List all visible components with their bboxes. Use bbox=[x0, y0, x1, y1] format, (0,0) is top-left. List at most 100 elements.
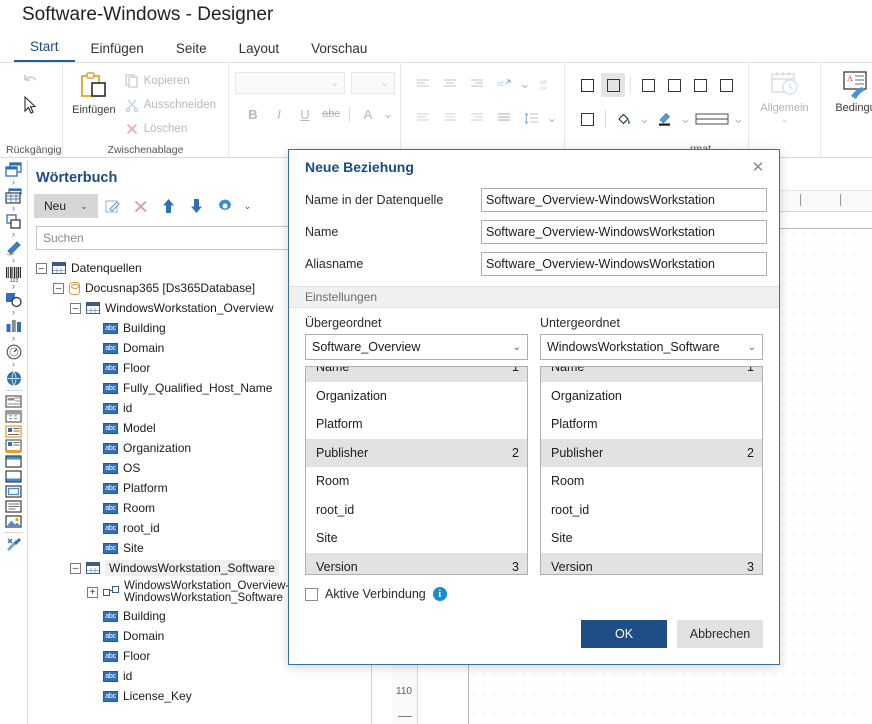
strip-item-data-table[interactable]: › bbox=[0, 188, 28, 214]
child-table-select[interactable]: WindowsWorkstation_Software ⌄ bbox=[540, 334, 763, 360]
strip-item-text-lines[interactable] bbox=[0, 499, 28, 514]
child-field-item[interactable]: Publisher2 bbox=[541, 439, 762, 468]
parent-field-item[interactable]: root_id bbox=[306, 496, 527, 525]
border-outline-button[interactable] bbox=[601, 73, 625, 97]
line-spacing-button[interactable] bbox=[519, 106, 543, 130]
active-connection-checkbox[interactable] bbox=[305, 588, 318, 601]
general-format-button[interactable]: Allgemein ⌄ bbox=[755, 66, 814, 123]
parent-field-item[interactable]: Organization bbox=[306, 382, 527, 411]
parent-field-item[interactable]: Version3 bbox=[306, 553, 527, 576]
strikethrough-button[interactable]: abc bbox=[319, 102, 343, 126]
strip-item-gauge[interactable]: › bbox=[0, 344, 28, 370]
border-right-button[interactable] bbox=[662, 73, 686, 97]
border-top-button[interactable] bbox=[636, 73, 660, 97]
chevron-right-icon[interactable]: › bbox=[12, 256, 15, 266]
expand-icon[interactable]: + bbox=[87, 587, 98, 598]
move-up-button[interactable] bbox=[156, 194, 182, 218]
move-down-button[interactable] bbox=[184, 194, 210, 218]
delete-command[interactable]: Löschen bbox=[119, 117, 222, 141]
strip-item-chart-shapes[interactable]: › bbox=[0, 292, 28, 318]
font-color-chevron-icon[interactable]: ⌄ bbox=[382, 102, 394, 126]
undo-button[interactable] bbox=[6, 66, 56, 116]
align-right-button[interactable] bbox=[465, 72, 489, 96]
strip-item-page-footer[interactable] bbox=[0, 469, 28, 484]
tab-start[interactable]: Start bbox=[14, 37, 75, 62]
wrap-text-button[interactable]: ab c↵ bbox=[534, 72, 558, 96]
underline-button[interactable]: U bbox=[293, 102, 317, 126]
strip-item-tools[interactable] bbox=[0, 536, 28, 552]
parent-field-item[interactable]: Platform bbox=[306, 410, 527, 439]
fill-color-button[interactable] bbox=[612, 107, 636, 131]
chevron-right-icon[interactable]: › bbox=[12, 230, 15, 240]
parent-field-item[interactable]: Room bbox=[306, 467, 527, 496]
tree-node[interactable]: abcid bbox=[28, 666, 371, 686]
tree-node[interactable]: abcLicense_Key bbox=[28, 686, 371, 706]
ok-button[interactable]: OK bbox=[581, 620, 667, 648]
child-field-item[interactable]: Name1 bbox=[541, 366, 762, 382]
edit-button[interactable] bbox=[100, 194, 126, 218]
child-field-item[interactable]: Platform bbox=[541, 410, 762, 439]
text-direction-chevron-icon[interactable]: ⌄ bbox=[519, 72, 531, 96]
font-size-combo[interactable]: ⌄ bbox=[351, 72, 395, 94]
parent-field-item[interactable]: Name1 bbox=[306, 366, 527, 382]
border-left-button[interactable] bbox=[714, 73, 738, 97]
cut-command[interactable]: Ausschneiden bbox=[119, 93, 222, 117]
strip-item-card-header[interactable] bbox=[0, 424, 28, 439]
collapse-icon[interactable]: – bbox=[70, 563, 81, 574]
valign-middle-button[interactable] bbox=[438, 106, 462, 130]
chevron-right-icon[interactable]: › bbox=[12, 178, 15, 188]
border-bottom-button[interactable] bbox=[688, 73, 712, 97]
delete-button[interactable] bbox=[128, 194, 154, 218]
child-field-item[interactable]: Organization bbox=[541, 382, 762, 411]
font-family-combo[interactable]: ⌄ bbox=[235, 72, 345, 94]
child-field-item[interactable]: Version3 bbox=[541, 553, 762, 576]
chevron-down-icon[interactable]: ⌄ bbox=[80, 201, 88, 212]
align-left-button[interactable] bbox=[411, 72, 435, 96]
input-alias[interactable] bbox=[481, 252, 767, 276]
new-button[interactable]: Neu ⌄ bbox=[34, 194, 98, 218]
collapse-icon[interactable]: – bbox=[53, 283, 64, 294]
font-color-button[interactable]: A bbox=[356, 102, 380, 126]
line-spacing-chevron-icon[interactable]: ⌄ bbox=[546, 106, 558, 130]
chevron-right-icon[interactable]: › bbox=[12, 308, 15, 318]
toolbar-overflow-chevron-icon[interactable]: ⌄ bbox=[240, 194, 256, 218]
strip-item-detail-band[interactable] bbox=[0, 484, 28, 499]
italic-button[interactable]: I bbox=[267, 102, 291, 126]
align-center-button[interactable] bbox=[438, 72, 462, 96]
tab-seite[interactable]: Seite bbox=[160, 39, 223, 62]
child-field-list[interactable]: Name1OrganizationPlatformPublisher2Roomr… bbox=[540, 366, 763, 575]
strip-item-page-header[interactable] bbox=[0, 454, 28, 469]
justify-button[interactable] bbox=[492, 106, 516, 130]
child-field-item[interactable]: Room bbox=[541, 467, 762, 496]
valign-top-button[interactable] bbox=[411, 106, 435, 130]
input-name[interactable] bbox=[481, 220, 767, 244]
parent-field-item[interactable]: Publisher2 bbox=[306, 439, 527, 468]
close-icon[interactable]: ✕ bbox=[747, 156, 769, 178]
chevron-right-icon[interactable]: › bbox=[12, 282, 15, 292]
bold-button[interactable]: B bbox=[241, 102, 265, 126]
chevron-right-icon[interactable]: › bbox=[12, 360, 15, 370]
border-all-button[interactable] bbox=[575, 73, 599, 97]
border-style-chevron-icon[interactable]: ⌄ bbox=[732, 107, 745, 131]
border-none-button[interactable] bbox=[575, 107, 599, 131]
cancel-button[interactable]: Abbrechen bbox=[677, 620, 763, 648]
border-color-chevron-icon[interactable]: ⌄ bbox=[679, 107, 692, 131]
general-chevron-icon[interactable]: ⌄ bbox=[781, 116, 789, 123]
parent-field-item[interactable]: Site bbox=[306, 524, 527, 553]
tab-vorschau[interactable]: Vorschau bbox=[295, 39, 383, 62]
tab-layout[interactable]: Layout bbox=[223, 39, 296, 62]
strip-item-bar-chart[interactable]: › bbox=[0, 318, 28, 344]
strip-item-card-footer[interactable] bbox=[0, 439, 28, 454]
valign-bottom-button[interactable] bbox=[465, 106, 489, 130]
chevron-right-icon[interactable]: › bbox=[12, 204, 15, 214]
strip-item-report-band[interactable] bbox=[0, 394, 28, 409]
paste-button[interactable]: Einfügen bbox=[69, 66, 119, 116]
collapse-icon[interactable]: – bbox=[36, 263, 47, 274]
conditional-format-button[interactable]: A Bedingu bbox=[827, 66, 872, 114]
strip-item-pen[interactable]: › bbox=[0, 240, 28, 266]
strip-item-windows-panel[interactable]: › bbox=[0, 162, 28, 188]
parent-field-list[interactable]: Name1OrganizationPlatformPublisher2Roomr… bbox=[305, 366, 528, 575]
strip-item-barcode[interactable]: 123 › bbox=[0, 266, 28, 292]
settings-button[interactable] bbox=[212, 194, 238, 218]
child-field-item[interactable]: root_id bbox=[541, 496, 762, 525]
